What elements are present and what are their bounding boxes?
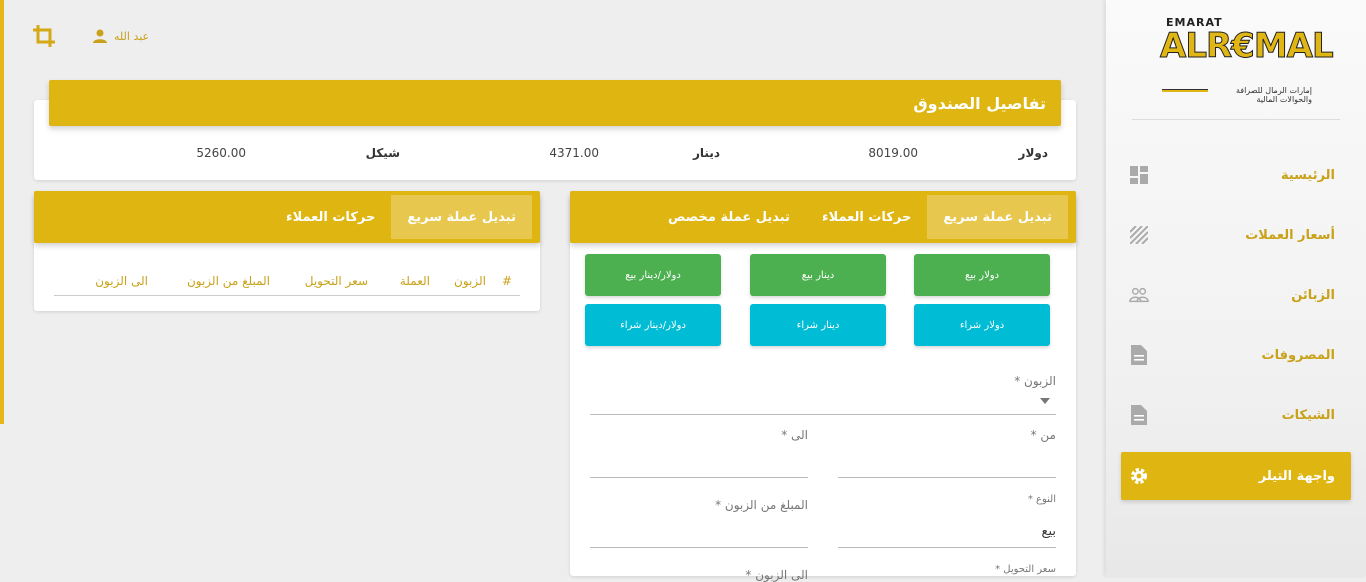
type-value: بيع [1041,524,1056,539]
tab-custom-exchange[interactable]: تبديل عملة مخصص [652,191,806,243]
customer-select[interactable] [590,414,1056,415]
user-name: عبد الله [114,29,150,43]
column-header: # [501,274,512,288]
treasury-title: تفاصيل الصندوق [913,93,1046,113]
dinar-buy-button[interactable]: دينار شراء [750,304,886,346]
sidebar-item-label: الزبائن [1291,287,1335,303]
chevron-down-icon[interactable] [1040,398,1050,404]
pattern-icon [1129,225,1149,245]
dollar-sell-button[interactable]: دولار بيع [914,254,1050,296]
exchange-tabs: تبديل عملة سريع حركات العملاء تبديل عملة… [570,191,1076,243]
tab-quick-exchange[interactable]: تبديل عملة سريع [927,195,1068,239]
balance-amount: 8019.00 [868,146,918,160]
sidebar-item-label: الشيكات [1281,407,1335,423]
dinar-sell-button[interactable]: دينار بيع [750,254,886,296]
sidebar-item-label: المصروفات [1261,347,1336,363]
user-icon [93,29,107,43]
sidebar-item-label: أسعار العملات [1245,227,1335,243]
crop-icon[interactable] [30,22,58,50]
sidebar-item-currency-rates[interactable]: أسعار العملات [1121,212,1351,258]
logo-stripe [1162,89,1208,92]
document-icon [1129,405,1149,425]
tab-quick-exchange[interactable]: تبديل عملة سريع [391,195,532,239]
movements-table-header: # الزبون العملة سعر التحويل المبلغ من ال… [54,268,520,296]
dollar-dinar-buy-button[interactable]: دولار/دينار شراء [585,304,721,346]
top-bar: عبد الله [30,22,149,50]
logo-main-text: ALR€MAL [1160,26,1335,67]
amount-from-label: المبلغ من الزبون * [715,498,808,512]
treasury-header: تفاصيل الصندوق [49,80,1061,126]
sidebar-item-teller[interactable]: واجهة التيلر [1121,452,1351,500]
exchange-card: دولار بيع دينار بيع دولار/دينار بيع دولا… [570,196,1076,582]
column-header: العملة [399,274,430,288]
sidebar-item-customers[interactable]: الزبائن [1121,272,1351,318]
balance-currency: شيكل [365,146,400,160]
type-field[interactable] [838,547,1056,548]
sidebar-item-checks[interactable]: الشيكات [1121,392,1351,438]
movements-tabs: تبديل عملة سريع حركات العملاء [34,191,540,243]
column-header: الى الزبون [95,274,148,288]
people-icon [1129,285,1149,305]
balance-currency: دولار [1018,146,1048,160]
tab-customer-movements[interactable]: حركات العملاء [270,191,391,243]
dashboard-icon [1129,165,1149,185]
dollar-buy-button[interactable]: دولار شراء [914,304,1050,346]
sidebar-item-label: واجهة التيلر [1258,468,1335,484]
logo-tagline: إمارات الرمال للصرافة والحوالات المالية [1235,86,1312,104]
document-icon [1129,345,1149,365]
to-field[interactable] [590,477,808,478]
balance-currency: دينار [693,146,720,160]
sidebar-item-expenses[interactable]: المصروفات [1121,332,1351,378]
user-menu[interactable]: عبد الله [92,28,149,44]
balance-amount: 5260.00 [196,146,246,160]
column-header: سعر التحويل [304,274,368,288]
column-header: الزبون [454,274,486,288]
balance-amount: 4371.00 [549,146,599,160]
to-customer-label: الى الزبون * [745,568,808,582]
sidebar-item-home[interactable]: الرئيسية [1121,152,1351,198]
from-field[interactable] [838,477,1056,478]
rate-label: سعر التحويل * [995,564,1056,575]
tab-customer-movements[interactable]: حركات العملاء [806,191,927,243]
to-label: الى * [781,428,808,442]
left-accent-bar [0,0,4,424]
balances-row: دولار 8019.00 دينار 4371.00 شيكل 5260.00 [34,146,1076,168]
dollar-dinar-sell-button[interactable]: دولار/دينار بيع [585,254,721,296]
type-label: النوع * [1027,494,1056,505]
column-header: المبلغ من الزبون [186,274,270,288]
amount-from-field[interactable] [590,547,808,548]
sidebar-divider [1132,119,1340,120]
sidebar-item-label: الرئيسية [1280,167,1335,183]
customer-label: الزبون * [1014,374,1056,388]
from-label: من * [1030,428,1056,442]
gear-icon [1129,466,1149,486]
logo: EMARAT ALR€MAL إمارات الرمال للصرافة وال… [1160,16,1335,104]
